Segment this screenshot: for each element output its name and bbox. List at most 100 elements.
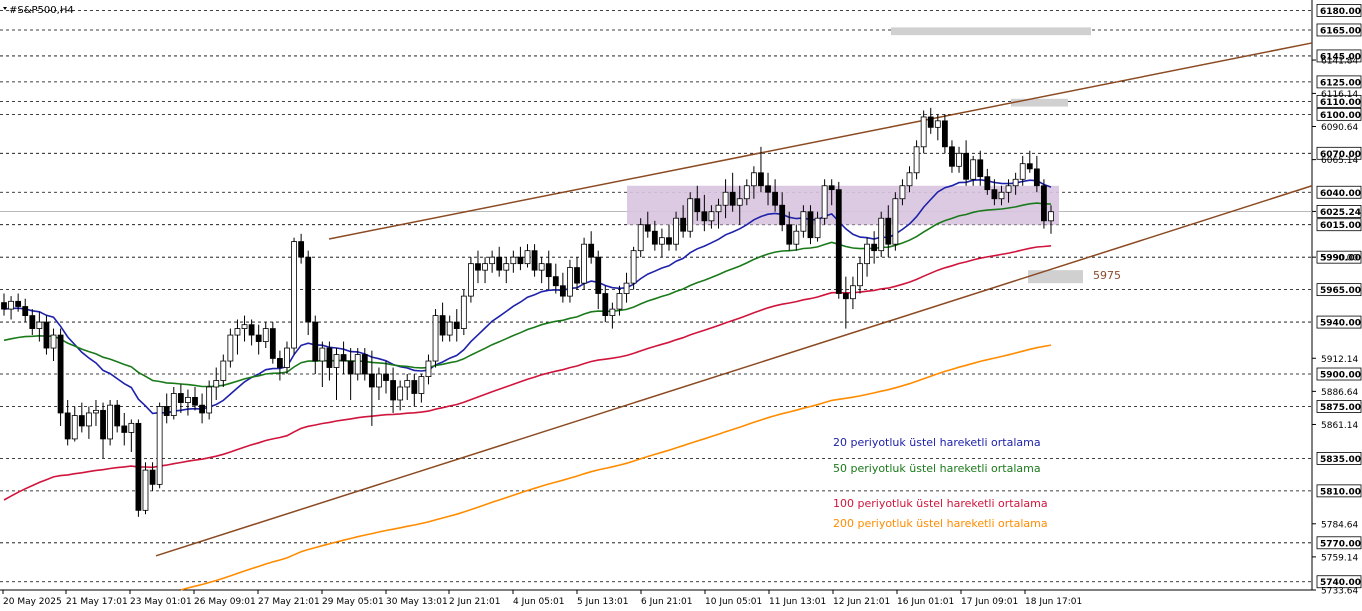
- legend-entry: 50 periyotluk üstel hareketli ortalama: [833, 462, 1041, 475]
- time-label: 17 Jun 09:01: [961, 597, 1018, 607]
- chart-title: #S&P500,H4: [9, 5, 74, 16]
- bull-candle: [376, 373, 382, 388]
- bull-candle: [913, 146, 920, 174]
- bull-candle: [906, 172, 913, 187]
- bear-candle: [475, 263, 481, 271]
- bear-candle: [807, 211, 814, 239]
- bull-candle: [750, 172, 757, 187]
- bull-candle: [107, 404, 114, 440]
- bull-candle: [234, 328, 241, 336]
- bull-candle: [920, 116, 927, 148]
- time-label: 29 May 05:01: [322, 597, 384, 607]
- level-label: 6015.00: [1320, 221, 1361, 231]
- bull-candle: [128, 422, 135, 433]
- bear-candle: [531, 250, 538, 271]
- target-zone-6165: [891, 27, 1091, 36]
- level-label: 5900.00: [1320, 371, 1361, 381]
- bear-candle: [163, 406, 170, 416]
- price-tick-label: 5759.14: [1321, 553, 1358, 563]
- bear-candle: [977, 159, 984, 178]
- time-label: 21 May 17:01: [66, 597, 128, 607]
- bear-candle: [496, 256, 503, 271]
- bull-candle: [800, 211, 807, 232]
- bull-candle: [637, 224, 644, 252]
- time-label: 12 Jun 21:01: [833, 597, 890, 607]
- bull-candle: [220, 360, 227, 381]
- bull-candle: [291, 241, 297, 349]
- bear-candle: [312, 321, 319, 362]
- bear-candle: [517, 256, 524, 265]
- bear-candle: [361, 354, 368, 375]
- level-label: 5770.00: [1320, 539, 1361, 549]
- bear-candle: [941, 120, 948, 148]
- level-label: 6180.00: [1320, 7, 1361, 17]
- level-label: 6040.00: [1320, 189, 1361, 199]
- bull-candle: [899, 185, 906, 200]
- bull-candle: [708, 211, 715, 222]
- bear-candle: [765, 185, 771, 193]
- price-tick-label: 5912.14: [1321, 355, 1358, 365]
- price-tick-label: 6116.14: [1321, 90, 1358, 100]
- bull-candle: [489, 256, 496, 265]
- bull-candle: [354, 354, 361, 375]
- price-tick-label: 6141.84: [1321, 57, 1358, 67]
- bear-candle: [651, 230, 658, 245]
- bear-candle: [991, 189, 998, 200]
- legend-entry: 20 periyotluk üstel hareketli ortalama: [833, 436, 1041, 449]
- price-tick-label: 5733.64: [1321, 587, 1358, 597]
- bear-candle: [326, 347, 333, 368]
- bull-candle: [623, 282, 630, 294]
- bear-candle: [199, 404, 205, 414]
- bull-candle: [538, 263, 545, 271]
- bear-candle: [666, 237, 672, 245]
- bull-candle: [970, 159, 977, 180]
- bear-candle: [963, 152, 970, 180]
- bear-candle: [411, 380, 418, 394]
- bull-candle: [227, 334, 234, 362]
- bear-candle: [1, 302, 7, 310]
- bull-candle: [793, 230, 800, 245]
- bull-candle: [170, 393, 177, 416]
- bear-candle: [439, 315, 446, 336]
- bull-candle: [821, 185, 828, 219]
- time-label: 27 May 21:01: [258, 597, 320, 607]
- target-zone-6110: [1011, 98, 1068, 107]
- bear-candle: [368, 373, 375, 388]
- legend-entry: 200 periyotluk üstel hareketli ortalama: [833, 517, 1048, 530]
- bull-candle: [524, 250, 531, 265]
- bear-candle: [255, 334, 262, 342]
- bull-candle: [446, 321, 453, 336]
- bull-candle: [715, 204, 722, 213]
- bear-candle: [298, 241, 305, 258]
- bear-candle: [1041, 185, 1047, 222]
- level-label: 5965.00: [1320, 286, 1361, 296]
- level-label: 6100.00: [1320, 111, 1361, 121]
- time-label: 10 Jun 05:01: [705, 597, 762, 607]
- bear-candle: [602, 293, 609, 316]
- level-label: 5940.00: [1320, 319, 1361, 329]
- bull-candle: [609, 308, 616, 316]
- bear-candle: [574, 267, 580, 284]
- level-label: 5810.00: [1320, 487, 1361, 497]
- bull-candle: [425, 360, 432, 378]
- bear-candle: [114, 404, 121, 427]
- bear-candle: [552, 276, 559, 287]
- bear-candle: [390, 380, 396, 401]
- bull-candle: [482, 263, 488, 271]
- time-label: 20 May 2025: [3, 597, 62, 607]
- bear-candle: [100, 409, 106, 440]
- current-price-label: 6025.24: [1320, 208, 1361, 218]
- time-label: 23 May 01:01: [130, 597, 192, 607]
- bull-candle: [956, 152, 962, 167]
- bear-candle: [192, 396, 198, 406]
- bear-candle: [835, 189, 842, 294]
- price-tick-label: 5861.14: [1321, 421, 1358, 431]
- bull-candle: [142, 469, 149, 511]
- bull-candle: [319, 347, 326, 362]
- bear-candle: [772, 191, 779, 206]
- chart-svg: 6180.006165.006145.006125.006110.006100.…: [0, 0, 1362, 611]
- bear-candle: [340, 354, 347, 362]
- time-label: 5 Jun 13:01: [577, 597, 628, 607]
- bull-candle: [333, 354, 340, 368]
- bull-candle: [878, 217, 885, 252]
